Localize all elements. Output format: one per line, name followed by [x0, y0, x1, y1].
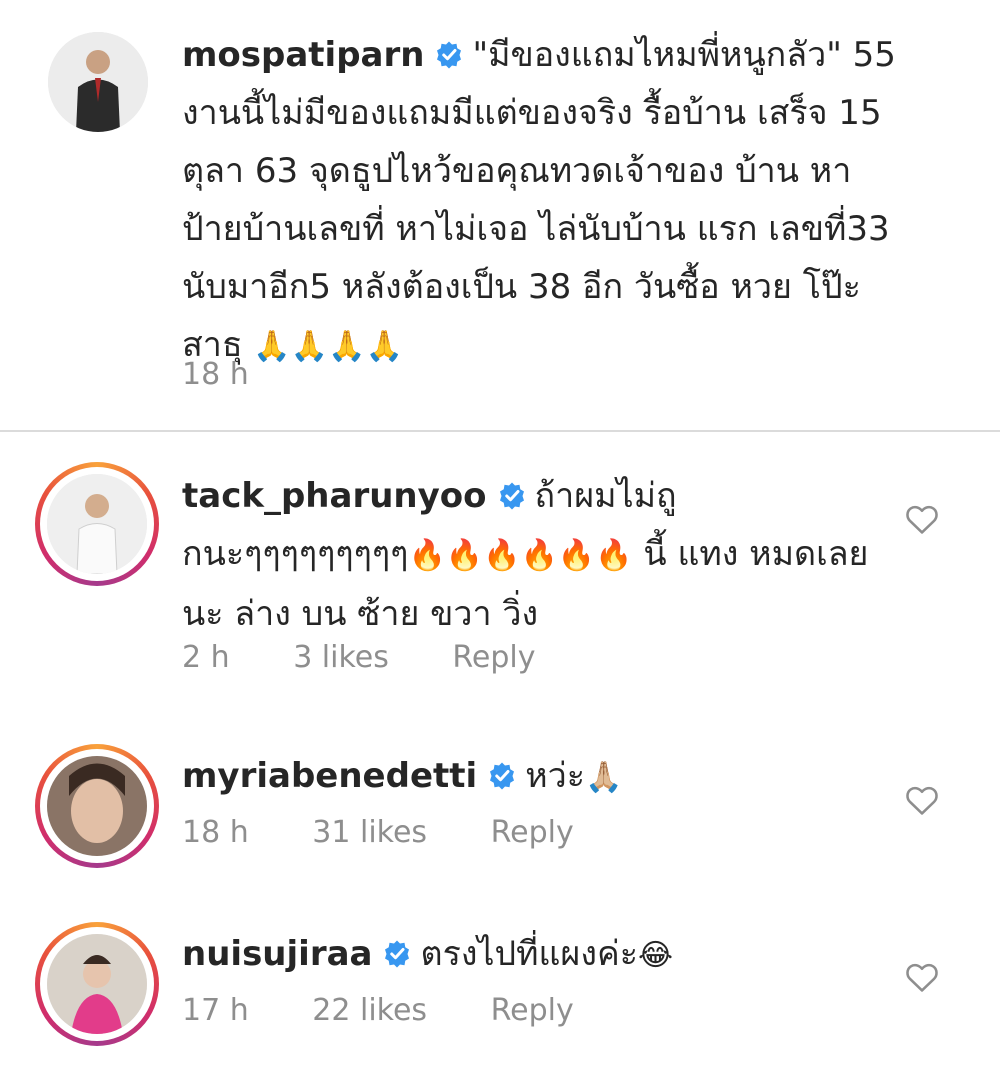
- caption-text: mospatiparn "มีของแถมไหมพี่หนูกลัว" 55 งา…: [182, 26, 902, 376]
- post-caption: mospatiparn "มีของแถมไหมพี่หนูกลัว" 55 งา…: [0, 0, 1000, 430]
- pray-emoji: 🙏🏼: [584, 760, 623, 795]
- divider: [0, 430, 1000, 432]
- comment-meta: 2 h 3 likes Reply: [182, 640, 590, 675]
- fire-emoji: 🔥🔥🔥🔥🔥🔥: [408, 538, 633, 573]
- comment-text: nuisujiraa ตรงไปที่แผงค่ะ😂: [182, 925, 902, 985]
- comment-text: myriabenedetti หว่ะ🙏🏼: [182, 747, 902, 807]
- comment-time: 18 h: [182, 815, 249, 850]
- verified-badge-icon: [490, 762, 515, 790]
- caption-avatar[interactable]: [48, 32, 148, 132]
- reply-button[interactable]: Reply: [491, 815, 574, 850]
- comment-body: หว่ะ: [525, 756, 585, 796]
- avatar-photo: [47, 474, 147, 574]
- comment-avatar[interactable]: [35, 922, 159, 1046]
- comment-avatar[interactable]: [35, 744, 159, 868]
- heart-outline-icon[interactable]: [905, 784, 939, 816]
- caption-meta: 18 h: [182, 357, 303, 392]
- comment-body: ตรงไปที่แผงค่ะ: [420, 934, 638, 974]
- avatar-photo: [48, 32, 148, 132]
- caption-time: 18 h: [182, 357, 249, 392]
- comment-time: 2 h: [182, 640, 230, 675]
- comment-username[interactable]: nuisujiraa: [182, 934, 372, 974]
- comment-meta: 17 h 22 likes Reply: [182, 993, 628, 1028]
- laughing-emoji: 😂: [637, 938, 674, 973]
- avatar-photo: [47, 934, 147, 1034]
- caption-username[interactable]: mospatiparn: [182, 35, 424, 75]
- comment-likes[interactable]: 31 likes: [312, 815, 427, 850]
- heart-outline-icon[interactable]: [905, 503, 939, 535]
- comment-username[interactable]: tack_pharunyoo: [182, 476, 487, 516]
- comment-username[interactable]: myriabenedetti: [182, 756, 477, 796]
- comment-likes[interactable]: 3 likes: [293, 640, 389, 675]
- comment-time: 17 h: [182, 993, 249, 1028]
- avatar-photo: [47, 756, 147, 856]
- reply-button[interactable]: Reply: [491, 993, 574, 1028]
- comment-text: tack_pharunyoo ถ้าผมไม่ถู กนะๆๆๆๆๆๆๆๆๆ🔥🔥🔥…: [182, 467, 902, 643]
- comment-avatar[interactable]: [35, 462, 159, 586]
- verified-badge-icon: [499, 482, 524, 510]
- comment-meta: 18 h 31 likes Reply: [182, 815, 628, 850]
- reply-button[interactable]: Reply: [452, 640, 535, 675]
- verified-badge-icon: [437, 41, 462, 69]
- heart-outline-icon[interactable]: [905, 961, 939, 993]
- comment-likes[interactable]: 22 likes: [312, 993, 427, 1028]
- verified-badge-icon: [385, 940, 410, 968]
- caption-body: "มีของแถมไหมพี่หนูกลัว" 55 งานนี้ไม่มีขอ…: [182, 35, 896, 365]
